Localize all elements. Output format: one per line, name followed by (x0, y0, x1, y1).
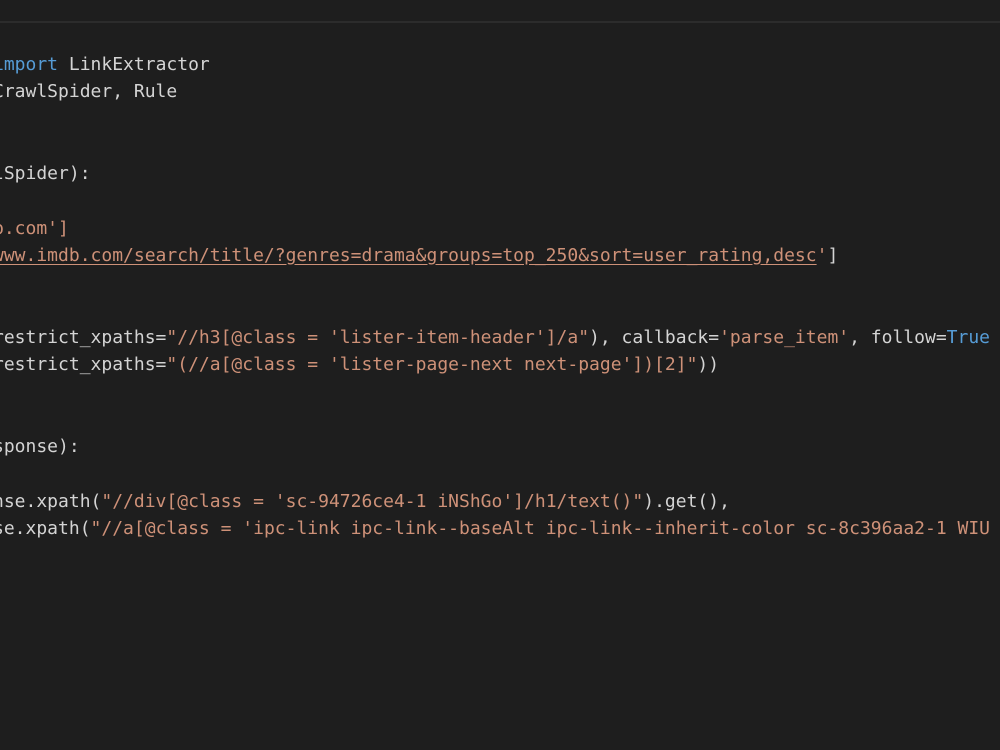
tab-bar-divider (0, 21, 1000, 23)
code-line[interactable] (0, 106, 990, 133)
code-token: nse.xpath( (0, 490, 102, 512)
code-token: lSpider): (0, 163, 91, 185)
code-token: import (0, 54, 59, 75)
code-token: ).get(), (643, 490, 730, 512)
code-token: restrict_xpaths= (0, 354, 167, 376)
code-line[interactable] (0, 297, 990, 324)
code-line[interactable] (0, 460, 990, 487)
code-line[interactable] (0, 269, 990, 296)
code-token: "//a[@class = 'ipc-link ipc-link--baseAl… (90, 518, 991, 540)
code-line[interactable] (0, 379, 990, 406)
code-token: ] (827, 245, 839, 267)
code-token: www.imdb.com/search/title/?genres=drama&… (0, 245, 817, 267)
code-token: b.com'] (0, 217, 69, 239)
code-line[interactable]: b.com'] (0, 215, 990, 242)
code-line[interactable]: se.xpath("//a[@class = 'ipc-link ipc-lin… (0, 515, 990, 542)
code-token: True (946, 326, 991, 348)
code-area[interactable]: import LinkExtractor CrawlSpider, Rule lS… (0, 51, 990, 542)
code-token: "//h3[@class = 'lister-item-header']/a" (166, 326, 590, 348)
code-line[interactable]: import LinkExtractor (0, 51, 990, 78)
code-line[interactable] (0, 133, 990, 160)
code-token: ' (816, 245, 828, 267)
code-line[interactable]: sponse): (0, 433, 990, 460)
code-line[interactable]: restrict_xpaths="//h3[@class = 'lister-i… (0, 324, 990, 351)
code-token: )) (697, 354, 720, 376)
code-token: restrict_xpaths= (0, 326, 167, 348)
code-token: "(//a[@class = 'lister-page-next next-pa… (166, 354, 698, 376)
code-token: "//div[@class = 'sc-94726ce4-1 iNShGo']/… (101, 490, 644, 512)
code-line[interactable]: lSpider): (0, 160, 990, 187)
code-line[interactable]: CrawlSpider, Rule (0, 78, 990, 105)
code-token: CrawlSpider, Rule (0, 81, 178, 103)
code-token: 'parse_item' (719, 326, 850, 348)
code-line[interactable]: restrict_xpaths="(//a[@class = 'lister-p… (0, 351, 990, 378)
code-token: sponse): (0, 436, 80, 458)
code-token: , follow= (849, 326, 947, 348)
code-token: LinkExtractor (58, 54, 210, 75)
code-line[interactable]: nse.xpath("//div[@class = 'sc-94726ce4-1… (0, 488, 990, 515)
code-token: se.xpath( (0, 518, 91, 540)
code-token: ), callback= (589, 326, 720, 348)
code-line[interactable] (0, 187, 990, 214)
code-editor[interactable]: import LinkExtractor CrawlSpider, Rule lS… (0, 0, 1000, 750)
code-line[interactable] (0, 406, 990, 433)
code-line[interactable]: www.imdb.com/search/title/?genres=drama&… (0, 242, 990, 269)
